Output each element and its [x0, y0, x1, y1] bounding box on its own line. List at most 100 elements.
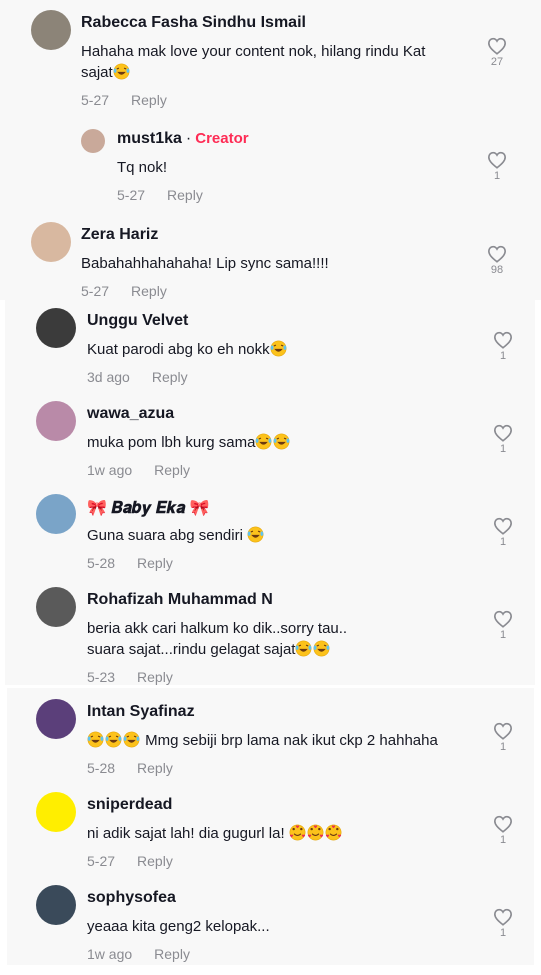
heart-icon[interactable]: [493, 331, 513, 349]
comment-text-line: Mmg sebiji brp lama nak ikut ckp 2 hahha…: [87, 730, 438, 751]
comment-item: Rabecca Fasha Sindhu Ismail Hahaha mak lo…: [0, 10, 541, 108]
like-button[interactable]: 1: [491, 908, 515, 939]
creator-badge: Creator: [195, 130, 249, 147]
comment-username[interactable]: Rohafizah Muhammad N: [87, 591, 273, 609]
comment-username[interactable]: sophysofea: [87, 889, 176, 907]
comment-item: sniperdead ni adik sajat lah! dia gugurl …: [0, 792, 541, 882]
reply-button[interactable]: Reply: [131, 283, 167, 299]
like-button[interactable]: 1: [485, 151, 509, 182]
comment-time: 5-27: [81, 92, 110, 108]
smiling-hearts-emoji-icon: [325, 824, 342, 841]
heart-icon[interactable]: [493, 722, 513, 740]
username-text[interactable]: sniperdead: [87, 796, 172, 813]
avatar[interactable]: [36, 401, 76, 441]
like-count: 1: [499, 741, 507, 753]
comment-text-content: sajat: [81, 64, 113, 81]
heart-icon[interactable]: [487, 151, 507, 169]
username-text[interactable]: Zera Hariz: [81, 226, 158, 243]
comment-text-content: Guna suara abg sendiri: [87, 527, 248, 544]
comment-text-content: yeaaa kita geng2 kelopak...: [87, 918, 270, 935]
username-text[interactable]: Intan Syafinaz: [87, 703, 195, 720]
comment-text-content: Hahaha mak love your content nok, hilang…: [81, 43, 426, 60]
heart-icon[interactable]: [493, 610, 513, 628]
like-count: 98: [490, 264, 504, 276]
comment-text: yeaaa kita geng2 kelopak...: [87, 916, 270, 937]
like-button[interactable]: 1: [491, 610, 515, 641]
comment-item: sophysofea yeaaa kita geng2 kelopak... 1w …: [0, 885, 541, 975]
comment-item: Rohafizah Muhammad N beria akk cari halku…: [0, 587, 541, 685]
avatar[interactable]: [36, 885, 76, 925]
comment-meta: 5-28 Reply: [87, 555, 173, 571]
laughing-tears-emoji-icon: [270, 340, 287, 357]
comment-text-line: Guna suara abg sendiri: [87, 525, 265, 546]
comment-username[interactable]: Unggu Velvet: [87, 312, 188, 330]
comment-text-content: beria akk cari halkum ko dik..sorry tau.…: [87, 620, 348, 637]
reply-button[interactable]: Reply: [137, 853, 173, 869]
reply-button[interactable]: Reply: [167, 187, 203, 203]
heart-icon[interactable]: [487, 245, 507, 263]
like-count: 1: [499, 536, 507, 548]
comment-username[interactable]: must1ka · Creator: [117, 130, 249, 148]
comment-text-content: ni adik sajat lah! dia gugurl la!: [87, 825, 289, 842]
comment-meta: 5-28 Reply: [87, 760, 173, 776]
comment-meta: 3d ago Reply: [87, 369, 188, 385]
comment-meta: 5-27 Reply: [81, 92, 167, 108]
reply-button[interactable]: Reply: [154, 462, 190, 478]
comment-time: 1w ago: [87, 462, 133, 478]
like-button[interactable]: 27: [485, 37, 509, 68]
avatar[interactable]: [36, 494, 76, 534]
reply-button[interactable]: Reply: [152, 369, 188, 385]
like-button[interactable]: 1: [491, 424, 515, 455]
username-text[interactable]: 🎀 𝑩𝒂𝒃𝒚 𝑬𝒌𝒂 🎀: [87, 500, 210, 517]
heart-icon[interactable]: [487, 37, 507, 55]
comment-text-content: Babahahhahahaha! Lip sync sama!!!!: [81, 255, 329, 272]
reply-button[interactable]: Reply: [137, 760, 173, 776]
reply-button[interactable]: Reply: [131, 92, 167, 108]
username-text[interactable]: must1ka: [117, 130, 182, 147]
avatar[interactable]: [36, 587, 76, 627]
username-text[interactable]: sophysofea: [87, 889, 176, 906]
comment-username[interactable]: Zera Hariz: [81, 226, 158, 244]
comment-username[interactable]: wawa_azua: [87, 405, 174, 423]
comment-username[interactable]: Intan Syafinaz: [87, 703, 195, 721]
reply-button[interactable]: Reply: [154, 946, 190, 962]
avatar[interactable]: [36, 308, 76, 348]
comment-text-line: Kuat parodi abg ko eh nokk: [87, 339, 288, 360]
reply-button[interactable]: Reply: [137, 555, 173, 571]
username-text[interactable]: Unggu Velvet: [87, 312, 188, 329]
avatar[interactable]: [81, 129, 105, 153]
comment-meta: 5-23 Reply: [87, 669, 173, 685]
heart-icon[interactable]: [493, 517, 513, 535]
heart-icon[interactable]: [493, 908, 513, 926]
like-button[interactable]: 98: [485, 245, 509, 276]
like-button[interactable]: 1: [491, 722, 515, 753]
comment-item: Zera Hariz Babahahhahahaha! Lip sync sama…: [0, 222, 541, 312]
avatar[interactable]: [36, 792, 76, 832]
heart-icon[interactable]: [493, 424, 513, 442]
comment-text-content: Mmg sebiji brp lama nak ikut ckp 2 hahha…: [141, 732, 438, 749]
comment-text: Mmg sebiji brp lama nak ikut ckp 2 hahha…: [87, 730, 438, 751]
username-text[interactable]: Rohafizah Muhammad N: [87, 591, 273, 608]
comment-time: 5-27: [117, 187, 146, 203]
laughing-tears-emoji-icon: [256, 433, 272, 450]
comment-text: Hahaha mak love your content nok, hilang…: [81, 41, 425, 83]
comment-text-line: Tq nok!: [117, 157, 167, 178]
comment-time: 5-27: [81, 283, 110, 299]
avatar[interactable]: [36, 699, 76, 739]
comment-username[interactable]: 🎀 𝑩𝒂𝒃𝒚 𝑬𝒌𝒂 🎀: [87, 498, 210, 518]
comment-username[interactable]: sniperdead: [87, 796, 172, 814]
comment-text: ni adik sajat lah! dia gugurl la!: [87, 823, 343, 844]
avatar[interactable]: [31, 222, 71, 262]
reply-button[interactable]: Reply: [137, 669, 173, 685]
comment-time: 5-23: [87, 669, 116, 685]
avatar[interactable]: [31, 10, 71, 50]
username-text[interactable]: wawa_azua: [87, 405, 174, 422]
comment-text: Tq nok!: [117, 157, 167, 178]
laughing-tears-emoji-icon: [314, 640, 330, 657]
like-button[interactable]: 1: [491, 331, 515, 362]
comment-username[interactable]: Rabecca Fasha Sindhu Ismail: [81, 14, 306, 32]
like-button[interactable]: 1: [491, 517, 515, 548]
like-button[interactable]: 1: [491, 815, 515, 846]
username-text[interactable]: Rabecca Fasha Sindhu Ismail: [81, 14, 306, 31]
heart-icon[interactable]: [493, 815, 513, 833]
